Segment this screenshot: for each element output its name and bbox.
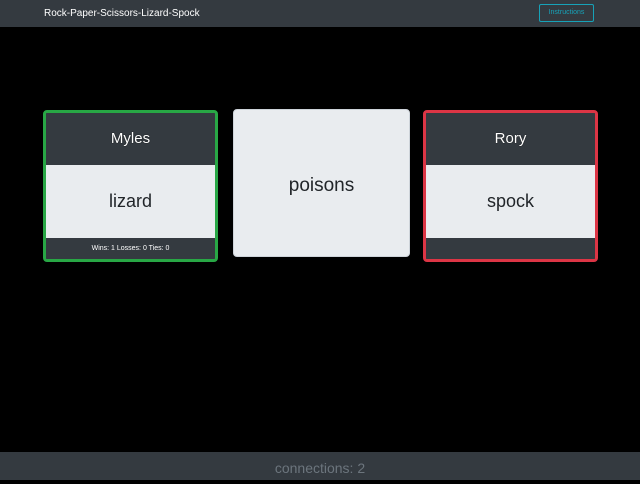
brand-title[interactable]: Rock-Paper-Scissors-Lizard-Spock	[44, 7, 200, 20]
result-verb: poisons	[288, 175, 355, 196]
player2-card: Rory spock	[423, 110, 598, 262]
player2-name: Rory	[426, 113, 595, 165]
result-card: poisons	[233, 109, 410, 257]
connections-count: connections: 2	[274, 460, 366, 476]
instructions-button[interactable]: Instructions	[539, 4, 594, 22]
navbar: Rock-Paper-Scissors-Lizard-Spock Instruc…	[0, 0, 640, 27]
player2-stats	[426, 238, 595, 259]
connections-footer: connections: 2	[0, 452, 640, 480]
player1-choice: lizard	[46, 165, 215, 238]
player1-card: Myles lizard Wins: 1 Losses: 0 Ties: 0	[43, 110, 218, 262]
player2-choice: spock	[426, 165, 595, 238]
player1-name: Myles	[46, 113, 215, 165]
player1-stats: Wins: 1 Losses: 0 Ties: 0	[46, 238, 215, 259]
